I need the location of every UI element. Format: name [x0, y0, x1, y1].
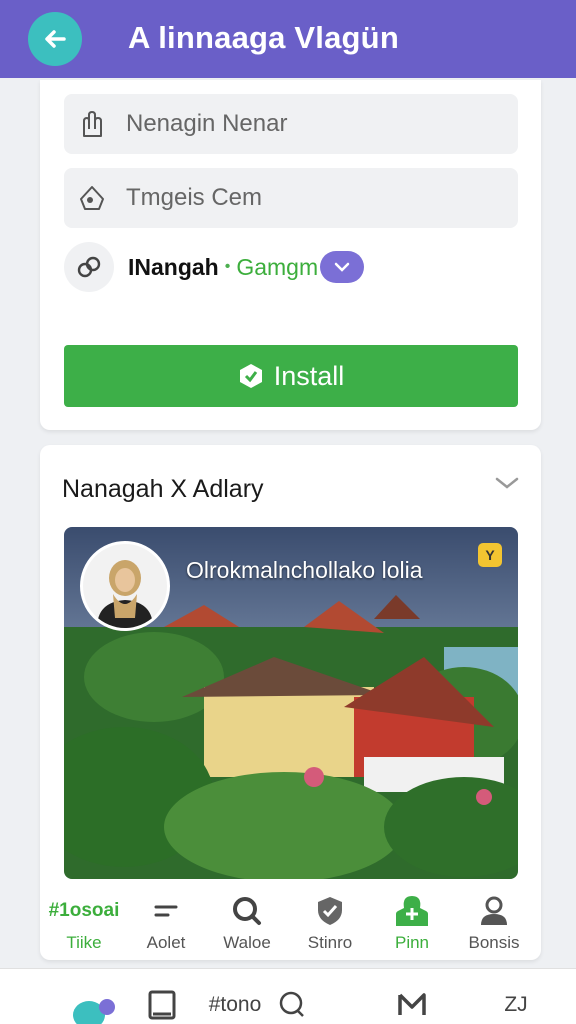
- dropdown-button[interactable]: [320, 251, 365, 283]
- home-add-icon: [394, 893, 430, 929]
- category-field[interactable]: Tmgeis Cem: [64, 168, 518, 228]
- shield-check-icon: [314, 893, 346, 929]
- search-action[interactable]: Waloe: [205, 893, 289, 957]
- verify-action-label: Stinro: [307, 933, 353, 952]
- connection-row: INangah • Gamgm: [64, 240, 365, 294]
- link-icon: [64, 242, 114, 292]
- profile-action[interactable]: Bonsis: [452, 893, 536, 957]
- bottom-nav: #tono ZJ: [0, 968, 576, 1024]
- nav-more-label: ZJ: [504, 993, 528, 1016]
- nav-home[interactable]: [62, 985, 122, 1024]
- hand-icon: [76, 108, 108, 140]
- nav-messages[interactable]: [390, 985, 434, 1024]
- menu-lines-icon: [152, 893, 180, 929]
- connection-status: Gamgm: [236, 253, 319, 280]
- post-image[interactable]: Olrokmalnchollako lolia Y: [64, 527, 518, 879]
- category-field-text: Tmgeis Cem: [126, 184, 263, 211]
- nav-pages[interactable]: [140, 985, 184, 1024]
- tag-action-label: Tiike: [66, 933, 102, 952]
- chevron-down-icon: [334, 262, 350, 272]
- profile-action-label: Bonsis: [468, 933, 520, 952]
- image-badge: Y: [478, 543, 502, 567]
- name-field-text: Nenagin Nenar: [126, 110, 288, 137]
- hashtag-text: #1osoai: [48, 900, 120, 921]
- list-action[interactable]: Aolet: [124, 893, 208, 957]
- nav-tags[interactable]: #tono: [200, 985, 270, 1024]
- mail-icon: [398, 993, 426, 1015]
- form-card: Nenagin Nenar Tmgeis Cem INangah • Gamgm…: [40, 80, 541, 430]
- app-header: A linnaaga Vlagün: [0, 0, 576, 78]
- nav-tags-label: #tono: [208, 993, 262, 1016]
- page-icon: [148, 990, 176, 1020]
- action-bar: #1osoai Tiike Aolet Waloe Stinro Pinn Bo…: [40, 893, 541, 957]
- pin-action-label: Pinn: [394, 933, 430, 952]
- tag-action[interactable]: #1osoai Tiike: [42, 893, 126, 957]
- chevron-down-icon[interactable]: [493, 473, 521, 493]
- verify-action[interactable]: Stinro: [288, 893, 372, 957]
- connection-separator: •: [224, 258, 231, 275]
- pin-action[interactable]: Pinn: [370, 893, 454, 957]
- back-button[interactable]: [28, 12, 82, 66]
- post-title: Nanagah X Adlary: [62, 475, 264, 503]
- connection-name: INangah: [128, 253, 219, 280]
- image-caption: Olrokmalnchollako lolia: [186, 557, 423, 583]
- home-blob-icon: [73, 999, 115, 1024]
- name-field[interactable]: Nenagin Nenar: [64, 94, 518, 154]
- search-icon: [231, 893, 263, 929]
- list-action-label: Aolet: [146, 933, 186, 952]
- install-label: Install: [273, 360, 345, 391]
- install-button[interactable]: Install: [64, 345, 518, 407]
- search-action-label: Waloe: [223, 933, 271, 952]
- search-icon: [279, 991, 304, 1017]
- nav-search[interactable]: [272, 985, 312, 1024]
- nav-more[interactable]: ZJ: [494, 985, 538, 1024]
- tag-icon: [76, 182, 108, 214]
- post-card: Nanagah X Adlary Olrokmalnchollako lolia…: [40, 445, 541, 960]
- page-title: A linnaaga Vlagün: [128, 20, 399, 55]
- install-icon: [239, 364, 262, 388]
- user-icon: [478, 893, 510, 929]
- back-arrow-icon: [45, 30, 66, 48]
- avatar[interactable]: [80, 541, 170, 631]
